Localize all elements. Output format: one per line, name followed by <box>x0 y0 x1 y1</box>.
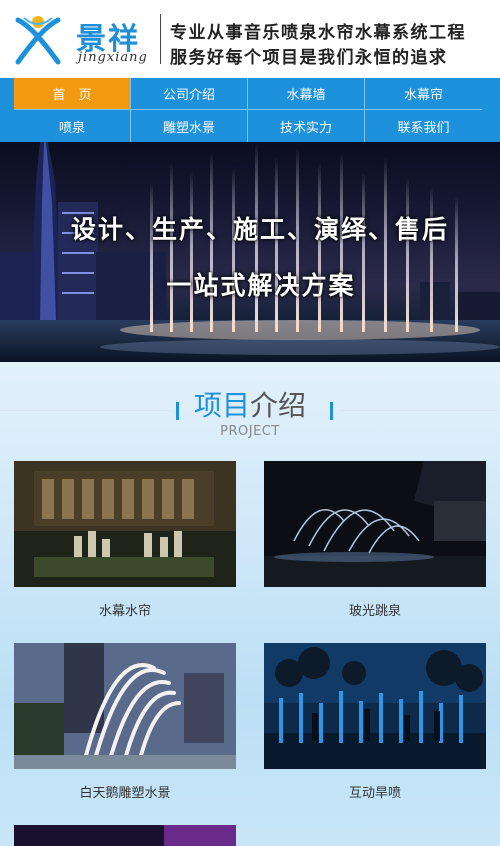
nav-item-about[interactable]: 公司介绍 <box>131 78 248 110</box>
project-caption: 白天鹅雕塑水景 <box>79 786 171 801</box>
site-header: 景祥 jingxiang 专业从事音乐喷泉水帘水幕系统工程 服务好每个项目是我们… <box>0 0 500 78</box>
section-title-accent: 项目 <box>193 389 250 422</box>
nav-item-home[interactable]: 首 页 <box>14 78 131 110</box>
slogan-line-1: 专业从事音乐喷泉水帘水幕系统工程 <box>170 23 466 43</box>
header-divider <box>160 14 161 64</box>
project-image <box>14 461 236 587</box>
section-subtitle: PROJECT <box>220 424 280 439</box>
section-title: 项目介绍 <box>0 384 500 424</box>
project-card[interactable]: 玻光跳泉 <box>264 461 486 619</box>
project-card[interactable] <box>14 825 236 846</box>
nav-item-fountain[interactable]: 喷泉 <box>14 110 131 142</box>
project-caption: 玻光跳泉 <box>348 604 401 619</box>
logo-subtext: jingxiang <box>78 50 148 65</box>
nav-item-sculpture[interactable]: 雕塑水景 <box>131 110 248 142</box>
section-title-rest: 介绍 <box>250 389 307 422</box>
project-image <box>264 643 486 769</box>
banner-headline: 设计、生产、施工、演绎、售后 <box>70 215 449 244</box>
banner-subheadline: 一站式解决方案 <box>166 271 356 300</box>
project-image <box>14 825 236 846</box>
logo-icon <box>15 16 61 65</box>
project-caption: 水幕水帘 <box>98 604 151 619</box>
nav-item-water-wall[interactable]: 水幕墙 <box>248 78 365 110</box>
project-section: 项目介绍 PROJECT 水幕水帘 玻光跳泉 白天鹅雕塑水景 互动旱喷 <box>0 362 500 846</box>
nav-item-contact[interactable]: 联系我们 <box>365 110 482 142</box>
project-caption: 互动旱喷 <box>348 786 401 801</box>
hero-banner[interactable]: 设计、生产、施工、演绎、售后 一站式解决方案 <box>0 142 500 362</box>
nav-item-technology[interactable]: 技术实力 <box>248 110 365 142</box>
project-card[interactable]: 互动旱喷 <box>264 643 486 801</box>
project-image <box>264 461 486 587</box>
project-card[interactable]: 白天鹅雕塑水景 <box>14 643 236 801</box>
banner-image <box>0 142 500 362</box>
project-image <box>14 643 236 769</box>
logo[interactable]: 景祥 jingxiang <box>12 10 162 68</box>
slogan-line-2: 服务好每个项目是我们永恒的追求 <box>170 48 448 68</box>
project-card[interactable]: 水幕水帘 <box>14 461 236 619</box>
nav-item-water-curtain[interactable]: 水幕帘 <box>365 78 482 110</box>
main-nav: 首 页 公司介绍 水幕墙 水幕帘 喷泉 雕塑水景 技术实力 联系我们 <box>0 78 500 142</box>
